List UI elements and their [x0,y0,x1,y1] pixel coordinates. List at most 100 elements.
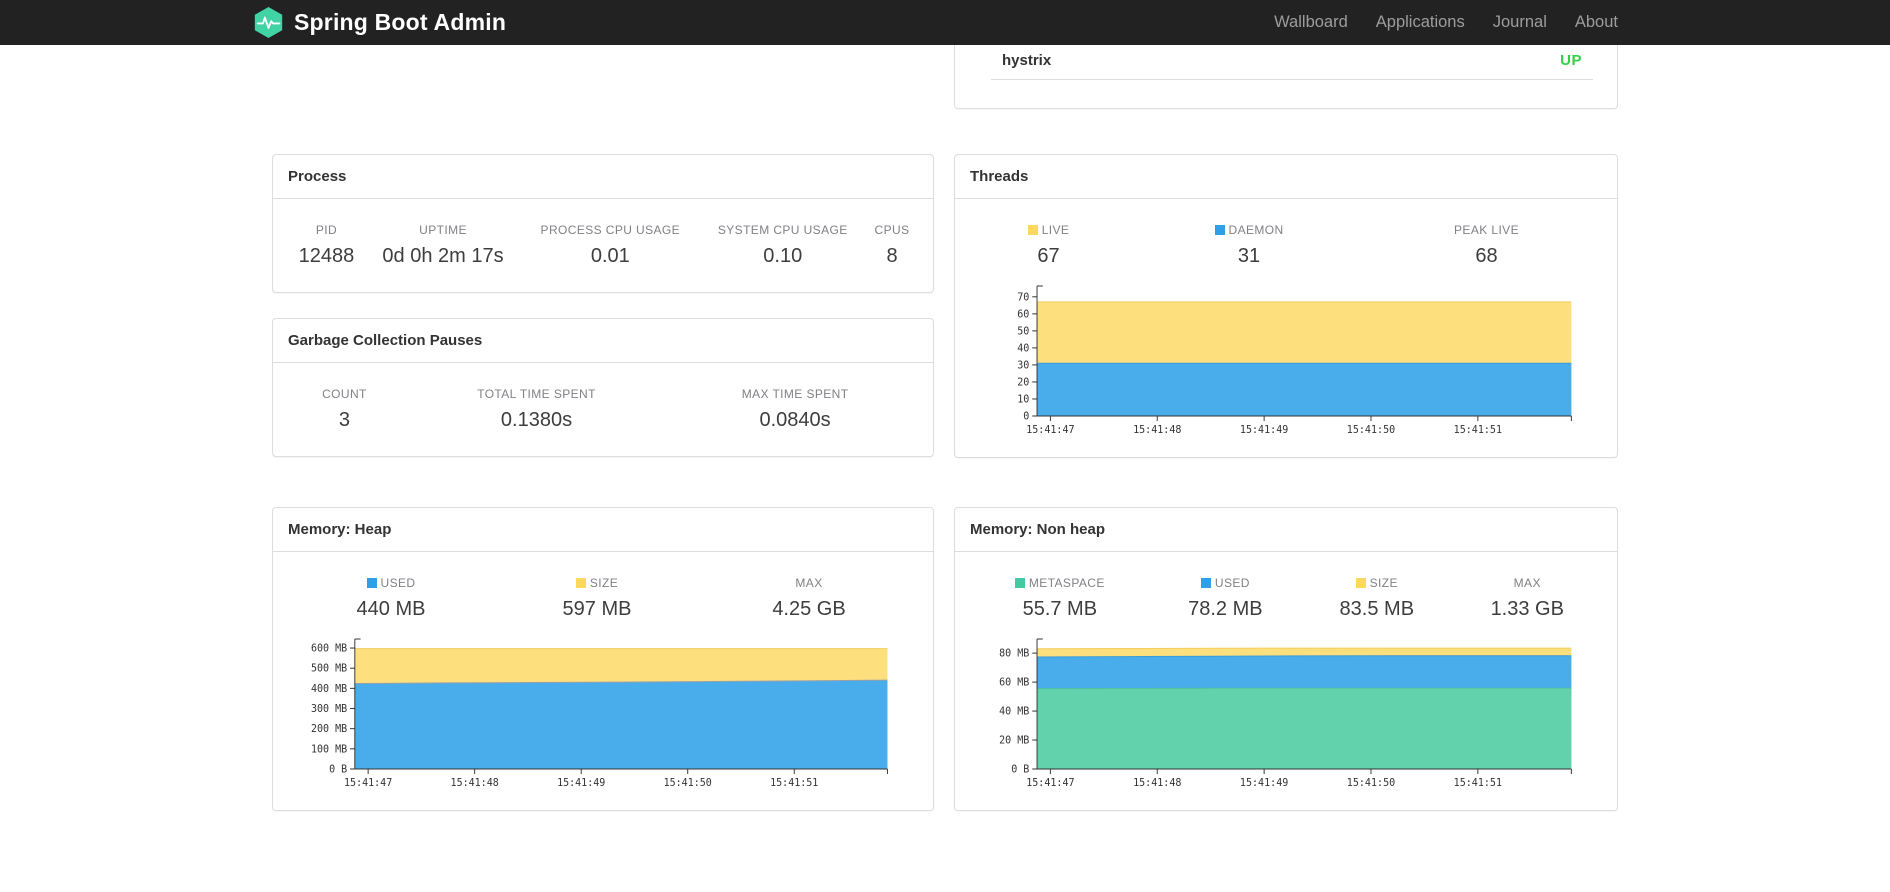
threads-card-title: Threads [955,155,1617,199]
x-tick-label: 15:41:47 [1026,777,1074,789]
process-card-body: PID UPTIME PROCESS CPU USAGE SYSTEM CPU USA… [273,199,933,292]
y-tick-label: 10 [1017,393,1029,405]
stat-value: 83.5 MB [1339,598,1415,620]
stat-label: LIVE [970,207,1127,242]
y-tick-label: 60 MB [999,676,1029,688]
stat-label: MAX [1513,576,1541,590]
y-tick-label: 70 [1017,291,1029,303]
main-nav: Wallboard Applications Journal About [1260,13,1618,32]
heap-stats-table: USED SIZE MAX 440 MB 597 MB 4.25 GB [288,560,918,635]
y-tick-label: 200 MB [311,723,347,735]
threads-card: Threads LIVE DAEMON PEAK LIVE 67 31 68 0 10 20 3… [954,154,1618,458]
left-column: Process PID UPTIME PROCESS CPU USAGE SYSTEM… [272,154,934,458]
stat-value: 4.25 GB [772,598,846,620]
legend-swatch-icon [1355,578,1366,588]
stat-label: CPUS [874,223,910,237]
stat-value: 0d 0h 2m 17s [382,245,504,267]
heap-chart: 0 B 100 MB 200 MB 300 MB 400 MB 500 MB 600 MB 1… [311,638,888,789]
stat-value: 78.2 MB [1188,598,1263,620]
memory-heap-card-title: Memory: Heap [273,508,933,552]
threads-stats-table: LIVE DAEMON PEAK LIVE 67 31 68 [970,207,1602,282]
y-tick-label: 50 [1017,325,1029,337]
stat-value: 12488 [298,245,355,267]
x-tick-label: 15:41:51 [1454,424,1502,436]
legend-swatch-icon [1200,578,1211,588]
stat-value: 440 MB [356,598,426,620]
stat-label: PEAK LIVE [1454,223,1519,237]
legend-swatch-icon [575,578,586,588]
nav-item-journal[interactable]: Journal [1479,13,1561,32]
stat-label: UPTIME [419,223,467,237]
stat-value: 67 [1037,245,1060,267]
memory-nonheap-card: Memory: Non heap METASPACE USED SIZE MAX 55.… [954,507,1618,811]
y-tick-label: 40 [1017,342,1029,354]
nav-item-applications[interactable]: Applications [1362,13,1479,32]
stat-value: 0.0840s [759,409,831,431]
y-tick-label: 300 MB [311,703,347,715]
y-tick-label: 40 MB [999,705,1029,717]
stat-label: MAX TIME SPENT [741,387,849,401]
stat-value: 3 [338,409,350,431]
x-tick-label: 15:41:50 [664,777,712,789]
health-row-hystrix: hystrix UP [991,45,1593,80]
health-item-name: hystrix [1002,52,1052,69]
stat-value: 31 [1237,245,1261,267]
x-tick-label: 15:41:50 [1347,777,1395,789]
stat-value: 0.01 [590,245,630,267]
brand[interactable]: Spring Boot Admin [253,6,506,39]
y-tick-label: 80 MB [999,647,1029,659]
stat-label: COUNT [322,387,367,401]
y-tick-label: 20 MB [999,734,1029,746]
y-tick-label: 100 MB [311,743,347,755]
stat-value: 55.7 MB [1022,598,1098,620]
stat-label: DAEMON [1127,207,1371,242]
nav-item-wallboard[interactable]: Wallboard [1260,13,1362,32]
stat-value: 1.33 GB [1490,598,1564,620]
gc-card: Garbage Collection Pauses COUNT TOTAL TIM… [272,318,934,457]
row-process-threads: Process PID UPTIME PROCESS CPU USAGE SYSTEM… [272,154,1618,458]
x-tick-label: 15:41:48 [1133,424,1181,436]
empty-left-cell [272,45,934,109]
y-tick-label: 30 [1017,359,1029,371]
process-stats-table: PID UPTIME PROCESS CPU USAGE SYSTEM CPU USA… [288,207,918,282]
health-card: hystrix UP [954,45,1618,109]
memory-nonheap-card-title: Memory: Non heap [955,508,1617,552]
app-title: Spring Boot Admin [294,9,507,35]
stat-label: PID [315,223,338,237]
memory-heap-card: Memory: Heap USED SIZE MAX 440 MB 597 MB 4.25… [272,507,934,811]
stat-value: 0.1380s [500,409,573,431]
stat-label: MAX [795,576,823,590]
y-tick-label: 0 [1023,410,1029,422]
stat-label: METASPACE [970,560,1150,595]
legend-swatch-icon [1214,225,1225,235]
nav-item-about[interactable]: About [1561,13,1618,32]
stat-label: PROCESS CPU USAGE [540,223,681,237]
x-tick-label: 15:41:47 [344,777,392,789]
legend-swatch-icon [1027,225,1038,235]
stat-label: SYSTEM CPU USAGE [717,223,848,237]
nonheap-chart: 0 B 20 MB 40 MB 60 MB 80 MB 15:41:47 15:41:48 1… [999,638,1572,789]
x-tick-label: 15:41:51 [1454,777,1502,789]
stat-value: 8 [886,245,898,267]
area-used [354,680,888,769]
legend-swatch-icon [1014,578,1025,588]
x-tick-label: 15:41:48 [451,777,499,789]
process-card: Process PID UPTIME PROCESS CPU USAGE SYSTEM… [272,154,934,293]
gc-stats-table: COUNT TOTAL TIME SPENT MAX TIME SPENT 3 0.13… [288,371,918,446]
status-badge-up: UP [1560,52,1582,69]
y-tick-label: 500 MB [311,662,347,674]
details-page: hystrix UP Process PID UPTIME PROCESS CPU … [272,45,1618,811]
area-daemon [1037,363,1572,416]
y-tick-label: 600 MB [311,642,347,654]
area-metaspace [1037,688,1572,769]
stat-value: 597 MB [562,598,632,620]
stat-label: USED [1150,560,1301,595]
stat-label: SIZE [494,560,700,595]
y-tick-label: 20 [1017,376,1029,388]
threads-chart: 0 10 20 30 40 50 60 70 15:41:47 15:41:48 15:41:49 1… [1017,285,1572,436]
stat-value: 68 [1475,245,1498,267]
x-tick-label: 15:41:51 [770,777,818,789]
spring-boot-admin-logo-icon [254,7,283,38]
process-card-title: Process [273,155,933,199]
stat-label: SIZE [1301,560,1452,595]
